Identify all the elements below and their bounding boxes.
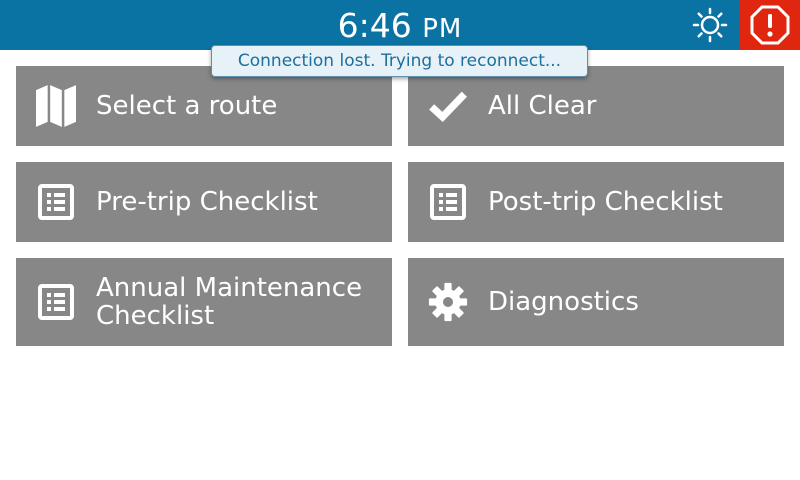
all-clear-button[interactable]: All Clear <box>408 66 784 146</box>
stop-alert-icon <box>750 5 790 45</box>
sun-icon <box>692 7 728 43</box>
pre-trip-checklist-button[interactable]: Pre-trip Checklist <box>16 162 392 242</box>
diagnostics-button[interactable]: Diagnostics <box>408 258 784 346</box>
diagnostics-label: Diagnostics <box>488 287 639 317</box>
clock: 6:46 PM <box>0 0 800 50</box>
annual-maintenance-checklist-button[interactable]: Annual Maintenance Checklist <box>16 258 392 346</box>
annual-maintenance-checklist-label: Annual Maintenance Checklist <box>96 273 363 331</box>
map-icon <box>36 82 76 130</box>
top-bar: 6:46 PM <box>0 0 800 50</box>
select-route-label: Select a route <box>96 91 278 121</box>
clock-time: 6:46 <box>337 6 412 45</box>
post-trip-checklist-label: Post-trip Checklist <box>488 187 723 217</box>
alert-button[interactable] <box>740 0 800 50</box>
clock-ampm: PM <box>422 14 463 44</box>
checkmark-icon <box>428 82 468 130</box>
post-trip-checklist-button[interactable]: Post-trip Checklist <box>408 162 784 242</box>
select-route-button[interactable]: Select a route <box>16 66 392 146</box>
checklist-icon <box>428 178 468 226</box>
pre-trip-checklist-label: Pre-trip Checklist <box>96 187 318 217</box>
all-clear-label: All Clear <box>488 91 597 121</box>
connection-toast: Connection lost. Trying to reconnect... <box>211 45 588 77</box>
brightness-button[interactable] <box>688 5 732 45</box>
checklist-icon <box>36 278 76 326</box>
checklist-icon <box>36 178 76 226</box>
gear-icon <box>428 278 468 326</box>
